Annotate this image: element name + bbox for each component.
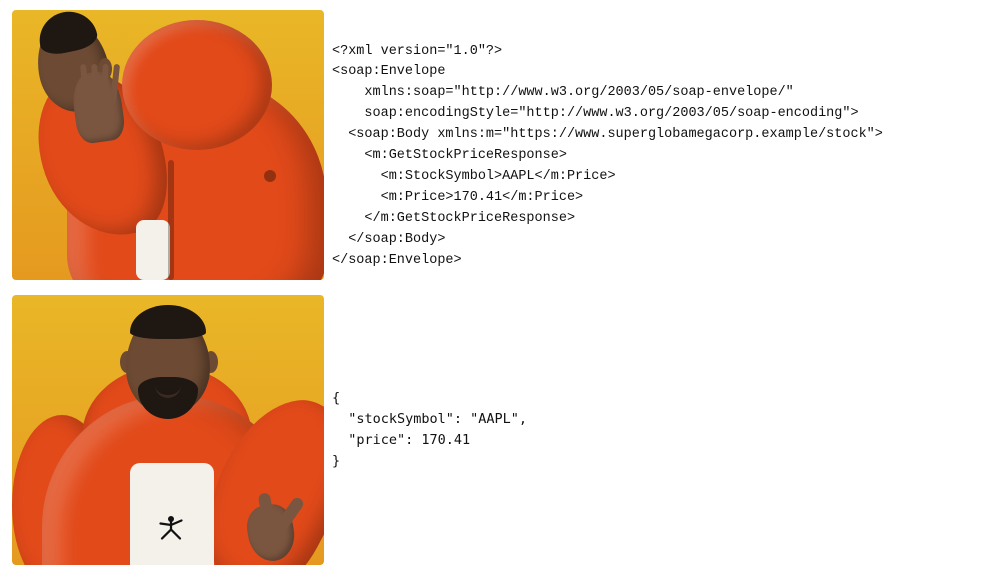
drake-reject-panel (12, 10, 324, 280)
drake-approve-panel (12, 295, 324, 565)
json-code-wrapper: { "stockSymbol": "AAPL", "price": 170.41… (332, 295, 980, 565)
hair (130, 305, 206, 339)
meme-container: <?xml version="1.0"?> <soap:Envelope xml… (0, 0, 992, 575)
row-approve: { "stockSymbol": "AAPL", "price": 170.41… (12, 295, 980, 565)
row-reject: <?xml version="1.0"?> <soap:Envelope xml… (12, 10, 980, 285)
button-dot (264, 170, 276, 182)
soap-xml-code: <?xml version="1.0"?> <soap:Envelope xml… (332, 24, 980, 272)
jacket-hood (122, 20, 272, 150)
json-code: { "stockSymbol": "AAPL", "price": 170.41… (332, 388, 527, 472)
shirt (136, 220, 170, 280)
jumpman-logo-icon (156, 513, 186, 543)
seam (168, 160, 174, 280)
